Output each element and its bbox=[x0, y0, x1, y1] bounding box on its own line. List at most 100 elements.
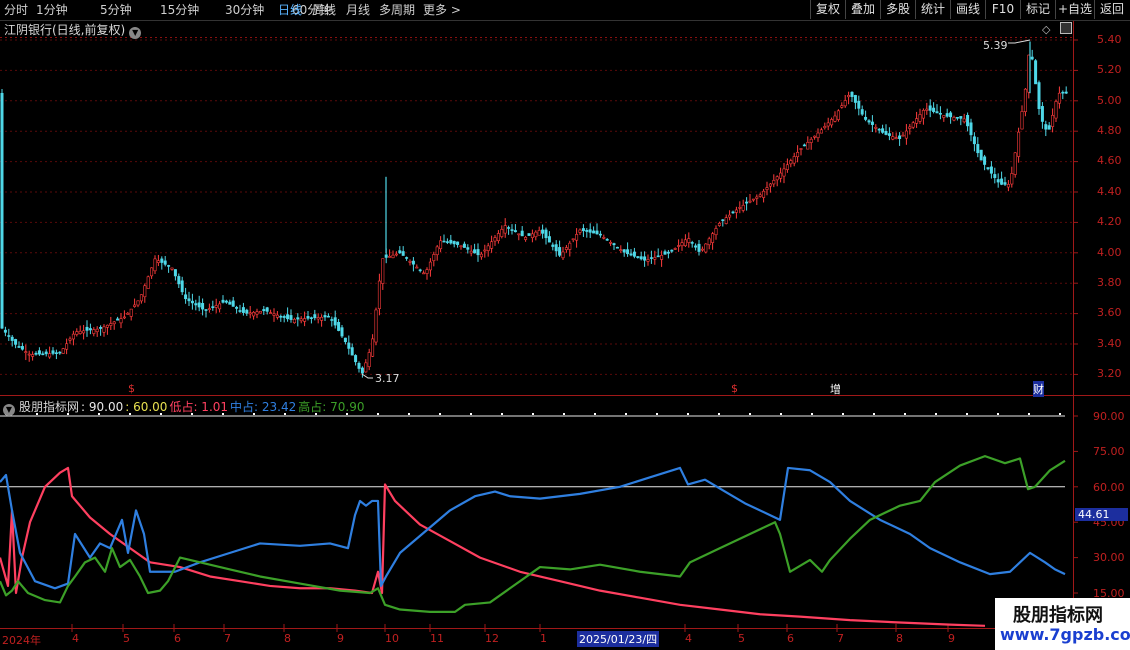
candle-body bbox=[105, 324, 109, 328]
candle-body bbox=[898, 135, 902, 139]
candle-body bbox=[524, 236, 528, 240]
candle-body bbox=[61, 348, 65, 354]
candle-body bbox=[704, 243, 708, 253]
candle-body bbox=[180, 280, 184, 293]
candle-body bbox=[809, 138, 813, 143]
candle-body bbox=[500, 229, 504, 237]
indicator-line-60: : 60.00 bbox=[125, 400, 168, 414]
candle-body bbox=[826, 122, 830, 127]
candle-body bbox=[462, 243, 466, 248]
high-series-line bbox=[0, 455, 1066, 613]
candle-body bbox=[126, 312, 130, 315]
candle-body bbox=[1006, 184, 1010, 188]
candle-body bbox=[802, 144, 806, 147]
candle-body bbox=[37, 350, 41, 355]
candle-body bbox=[197, 302, 201, 308]
candle-body bbox=[160, 258, 164, 263]
candle-body bbox=[401, 251, 405, 256]
candle-body bbox=[585, 230, 589, 232]
candle-body bbox=[354, 355, 358, 363]
candle-body bbox=[340, 327, 344, 337]
candle-body bbox=[666, 251, 670, 254]
candle-body bbox=[272, 313, 276, 316]
candle-body bbox=[88, 328, 92, 331]
candle-body bbox=[75, 331, 79, 335]
candle-body bbox=[415, 266, 419, 269]
candle-body bbox=[530, 233, 534, 238]
candle-body bbox=[112, 321, 116, 325]
candle-body bbox=[507, 227, 511, 229]
financial-report-marker[interactable]: 财 bbox=[1033, 381, 1044, 397]
candle-body bbox=[1047, 125, 1051, 130]
candle-body bbox=[425, 269, 429, 274]
candle-body bbox=[95, 328, 99, 333]
chevron-down-icon[interactable]: ▼ bbox=[3, 404, 15, 416]
candle-body bbox=[153, 258, 157, 272]
candle-body bbox=[517, 233, 521, 236]
candle-body bbox=[741, 204, 745, 211]
candle-body bbox=[384, 254, 388, 258]
candle-body bbox=[388, 256, 392, 258]
candle-body bbox=[680, 242, 684, 247]
candle-body bbox=[966, 114, 970, 127]
candle-body bbox=[894, 137, 898, 139]
time-tick: 5 bbox=[123, 632, 130, 645]
watermark-title: 股朋指标网 bbox=[1013, 605, 1103, 626]
chevron-down-icon[interactable]: ▼ bbox=[129, 27, 142, 39]
candle-body bbox=[493, 237, 497, 242]
candle-body bbox=[660, 255, 664, 260]
candle-body bbox=[568, 242, 572, 250]
candle-body bbox=[884, 131, 888, 135]
indicator-tick: 60.00 bbox=[1093, 481, 1125, 494]
stock-title[interactable]: 江阴银行(日线,前复权) ▼ bbox=[4, 21, 142, 39]
candle-body bbox=[337, 322, 341, 331]
dividend-marker[interactable]: $ bbox=[731, 382, 738, 395]
candle-body bbox=[116, 318, 120, 321]
candle-body bbox=[418, 269, 422, 272]
candle-body bbox=[711, 233, 715, 243]
candle-body bbox=[360, 367, 364, 374]
candle-body bbox=[639, 256, 643, 260]
candle-body bbox=[306, 316, 310, 319]
candle-body bbox=[714, 228, 718, 236]
candle-body bbox=[71, 333, 75, 340]
candle-body bbox=[177, 276, 181, 285]
candle-body bbox=[547, 236, 551, 243]
candle-body bbox=[173, 269, 177, 277]
dividend-marker[interactable]: $ bbox=[128, 382, 135, 395]
candle-body bbox=[238, 310, 242, 312]
candle-body bbox=[1000, 178, 1004, 185]
candle-body bbox=[303, 318, 307, 322]
candle-body bbox=[915, 118, 919, 124]
candle-body bbox=[588, 229, 592, 233]
candle-body bbox=[602, 237, 606, 239]
time-tick: 5 bbox=[738, 632, 745, 645]
candle-body bbox=[7, 335, 11, 337]
candle-body bbox=[129, 308, 133, 317]
candle-body bbox=[700, 248, 704, 251]
candle-body bbox=[1020, 111, 1024, 130]
candle-body bbox=[313, 314, 317, 319]
candle-body bbox=[564, 247, 568, 251]
chart-canvas[interactable] bbox=[0, 0, 1130, 650]
candle-body bbox=[938, 112, 942, 115]
panel-toggle-icon[interactable] bbox=[1060, 22, 1072, 34]
candle-body bbox=[167, 265, 171, 267]
share-increase-marker[interactable]: 增 bbox=[830, 381, 841, 397]
candle-body bbox=[146, 276, 150, 289]
candle-body bbox=[677, 245, 681, 247]
candle-body bbox=[48, 353, 52, 358]
candle-body bbox=[58, 351, 62, 354]
time-tick: 12 bbox=[485, 632, 499, 645]
diamond-icon[interactable]: ◇ bbox=[1042, 23, 1050, 36]
indicator-low-value: 低占: 1.01 bbox=[169, 400, 229, 414]
candle-body bbox=[204, 309, 208, 311]
candle-body bbox=[816, 132, 820, 139]
candle-body bbox=[864, 116, 868, 120]
candle-body bbox=[24, 351, 28, 353]
candle-body bbox=[296, 317, 300, 320]
candle-body bbox=[231, 300, 235, 307]
candle-body bbox=[745, 201, 749, 204]
candle-body bbox=[10, 336, 14, 341]
candle-body bbox=[1044, 124, 1048, 130]
